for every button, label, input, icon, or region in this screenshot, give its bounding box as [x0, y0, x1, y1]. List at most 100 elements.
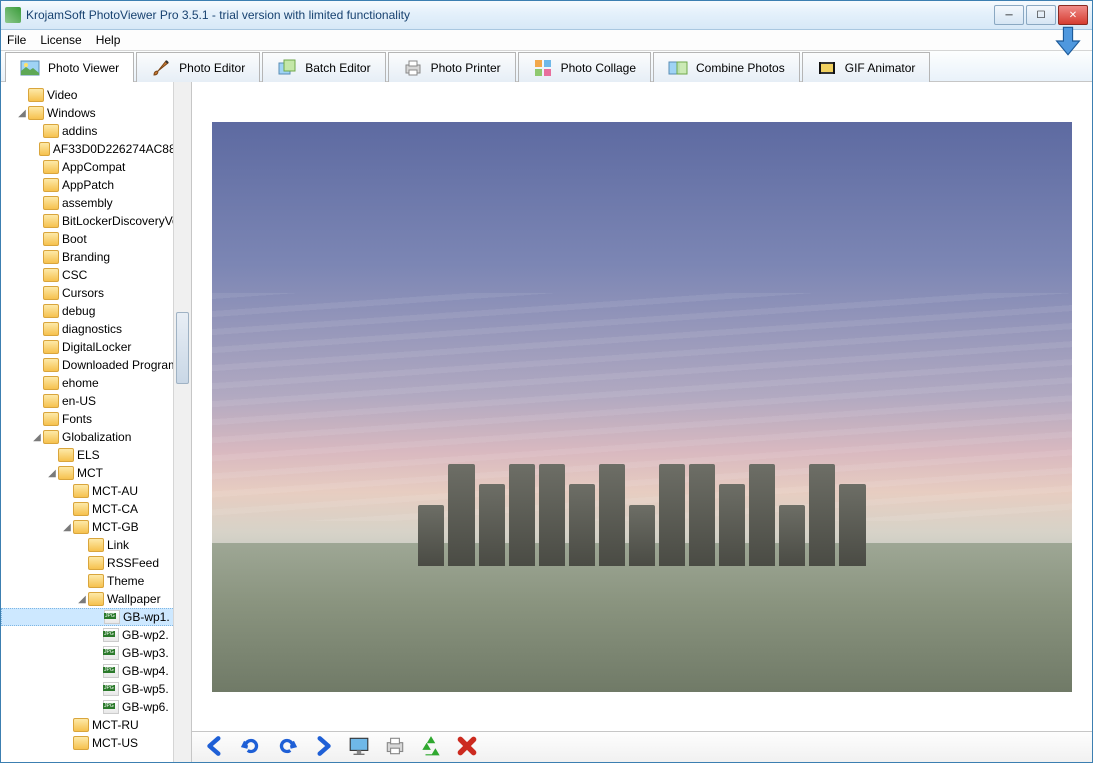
tab-label: Photo Collage	[561, 61, 636, 75]
tree-file[interactable]: GB-wp1.	[1, 608, 191, 626]
folder-icon	[73, 736, 89, 750]
folder-tree[interactable]: Video ◢Windows addins AF33D0D226274AC8847 Ap…	[1, 82, 191, 756]
minimize-button[interactable]: ─	[994, 5, 1024, 25]
tree-folder[interactable]: AppCompat	[1, 158, 191, 176]
tree-item-label: addins	[62, 124, 97, 138]
tree-folder[interactable]: Cursors	[1, 284, 191, 302]
chevron-right-icon	[312, 735, 334, 760]
tree-file[interactable]: GB-wp4.	[1, 662, 191, 680]
next-button[interactable]	[310, 735, 336, 759]
x-icon	[456, 735, 478, 760]
tree-folder[interactable]: MCT-CA	[1, 500, 191, 518]
tree-item-label: Video	[47, 88, 77, 102]
delete-button[interactable]	[454, 735, 480, 759]
tree-folder[interactable]: Video	[1, 86, 191, 104]
jpg-file-icon	[103, 682, 119, 696]
tree-folder[interactable]: Theme	[1, 572, 191, 590]
tree-folder[interactable]: DigitalLocker	[1, 338, 191, 356]
tab-label: Combine Photos	[696, 61, 785, 75]
brush-icon	[151, 58, 171, 78]
combine-icon	[668, 58, 688, 78]
folder-icon	[43, 430, 59, 444]
folder-icon	[43, 178, 59, 192]
expand-toggle-icon[interactable]: ◢	[46, 468, 58, 479]
titlebar[interactable]: KrojamSoft PhotoViewer Pro 3.5.1 - trial…	[1, 1, 1092, 30]
tree-folder[interactable]: Link	[1, 536, 191, 554]
tree-folder[interactable]: RSSFeed	[1, 554, 191, 572]
tab-combine-photos[interactable]: Combine Photos	[653, 52, 800, 82]
maximize-button[interactable]: ☐	[1026, 5, 1056, 25]
tree-file[interactable]: GB-wp2.	[1, 626, 191, 644]
tree-folder[interactable]: Branding	[1, 248, 191, 266]
tree-item-label: MCT-US	[92, 736, 138, 750]
tree-folder[interactable]: AppPatch	[1, 176, 191, 194]
tree-item-label: AppCompat	[62, 160, 125, 174]
tree-file[interactable]: GB-wp3.	[1, 644, 191, 662]
tree-folder[interactable]: CSC	[1, 266, 191, 284]
folder-icon	[43, 412, 59, 426]
print-button[interactable]	[382, 735, 408, 759]
expand-toggle-icon[interactable]: ◢	[76, 594, 88, 605]
tree-folder[interactable]: ◢Windows	[1, 104, 191, 122]
tab-photo-collage[interactable]: Photo Collage	[518, 52, 651, 82]
download-arrow-icon[interactable]	[1054, 25, 1082, 57]
window-title: KrojamSoft PhotoViewer Pro 3.5.1 - trial…	[26, 8, 994, 22]
tree-folder[interactable]: Downloaded Program F	[1, 356, 191, 374]
tree-folder[interactable]: ◢MCT	[1, 464, 191, 482]
folder-icon	[43, 232, 59, 246]
image-viewer[interactable]	[192, 82, 1092, 731]
folder-icon	[43, 250, 59, 264]
menu-help[interactable]: Help	[96, 33, 121, 47]
rotate-right-button[interactable]	[274, 735, 300, 759]
folder-icon	[43, 376, 59, 390]
tabbar: Photo ViewerPhoto EditorBatch EditorPhot…	[1, 51, 1092, 82]
prev-button[interactable]	[202, 735, 228, 759]
menu-license[interactable]: License	[40, 33, 81, 47]
tree-folder[interactable]: MCT-AU	[1, 482, 191, 500]
tab-label: Photo Editor	[179, 61, 245, 75]
tree-folder[interactable]: AF33D0D226274AC8847	[1, 140, 191, 158]
tree-folder[interactable]: BitLockerDiscoveryVolu	[1, 212, 191, 230]
expand-toggle-icon[interactable]: ◢	[31, 432, 43, 443]
folder-icon	[88, 592, 104, 606]
tree-folder[interactable]: MCT-RU	[1, 716, 191, 734]
tab-gif-animator[interactable]: GIF Animator	[802, 52, 931, 82]
sidebar-scroll-thumb[interactable]	[176, 312, 189, 384]
tab-batch-editor[interactable]: Batch Editor	[262, 52, 385, 82]
landscape-icon	[20, 58, 40, 78]
tree-folder[interactable]: MCT-US	[1, 734, 191, 752]
tree-folder[interactable]: diagnostics	[1, 320, 191, 338]
expand-toggle-icon[interactable]: ◢	[61, 522, 73, 533]
tree-file[interactable]: GB-wp5.	[1, 680, 191, 698]
tree-item-label: GB-wp3.	[122, 646, 169, 660]
tree-folder[interactable]: ◢MCT-GB	[1, 518, 191, 536]
tree-folder[interactable]: ELS	[1, 446, 191, 464]
tree-folder[interactable]: ehome	[1, 374, 191, 392]
folder-icon	[43, 340, 59, 354]
close-button[interactable]: ✕	[1058, 5, 1088, 25]
tree-folder[interactable]: ◢Globalization	[1, 428, 191, 446]
recycle-button[interactable]	[418, 735, 444, 759]
tree-item-label: DigitalLocker	[62, 340, 131, 354]
rotate-left-button[interactable]	[238, 735, 264, 759]
tree-folder[interactable]: Fonts	[1, 410, 191, 428]
tab-photo-editor[interactable]: Photo Editor	[136, 52, 260, 82]
tree-folder[interactable]: assembly	[1, 194, 191, 212]
folder-icon	[43, 124, 59, 138]
wallpaper-button[interactable]	[346, 735, 372, 759]
folder-icon	[43, 196, 59, 210]
expand-toggle-icon[interactable]: ◢	[16, 108, 28, 119]
viewer-toolbar	[192, 731, 1092, 762]
tree-file[interactable]: GB-wp6.	[1, 698, 191, 716]
menu-file[interactable]: File	[7, 33, 26, 47]
tree-item-label: GB-wp4.	[122, 664, 169, 678]
tab-photo-viewer[interactable]: Photo Viewer	[5, 52, 134, 82]
tree-folder[interactable]: ◢Wallpaper	[1, 590, 191, 608]
tree-folder[interactable]: addins	[1, 122, 191, 140]
menubar: File License Help	[1, 30, 1092, 51]
tree-folder[interactable]: Boot	[1, 230, 191, 248]
tree-folder[interactable]: debug	[1, 302, 191, 320]
sidebar-scrollbar[interactable]	[173, 82, 191, 762]
tab-photo-printer[interactable]: Photo Printer	[388, 52, 516, 82]
tree-folder[interactable]: en-US	[1, 392, 191, 410]
